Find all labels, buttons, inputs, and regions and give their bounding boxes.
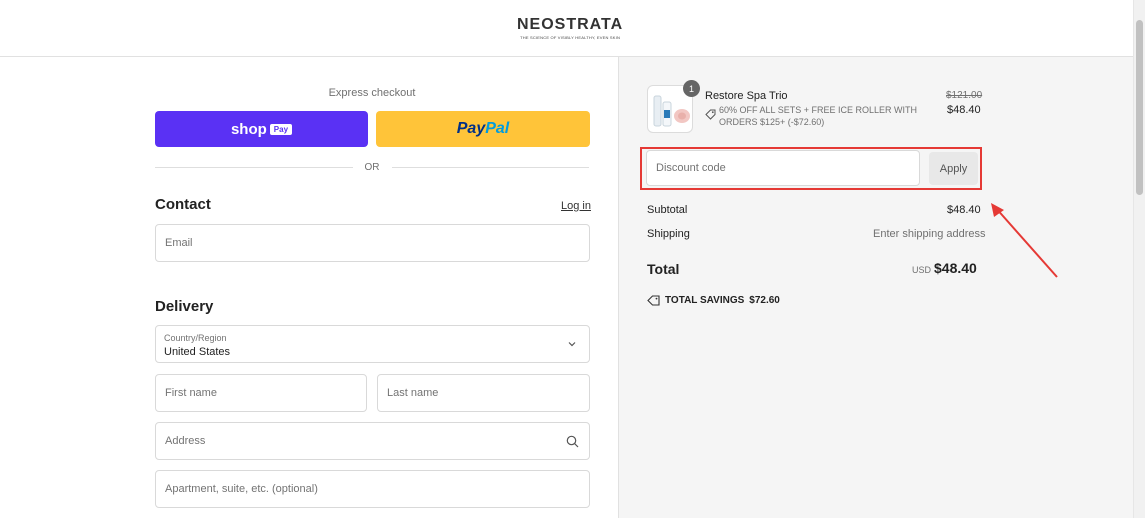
last-name-field[interactable]: Last name [377, 374, 590, 412]
address-placeholder: Address [165, 435, 206, 447]
page-scrollbar[interactable] [1133, 0, 1145, 518]
product-discount-text: 60% OFF ALL SETS + FREE ICE ROLLER WITH … [719, 105, 917, 127]
total-currency: USD [912, 265, 932, 275]
tag-icon [647, 295, 660, 306]
divider-line [155, 167, 353, 168]
email-field[interactable]: Email [155, 224, 590, 262]
or-divider: OR [155, 161, 589, 174]
first-name-field[interactable]: First name [155, 374, 367, 412]
brand-tagline: THE SCIENCE OF VISIBLY HEALTHY, EVEN SKI… [520, 35, 621, 40]
email-placeholder: Email [165, 237, 193, 249]
total-savings: TOTAL SAVINGS $72.60 [647, 295, 785, 306]
apply-discount-button[interactable]: Apply [929, 152, 978, 185]
login-link[interactable]: Log in [561, 200, 591, 212]
total-value: $48.40 [934, 260, 977, 276]
page-header: NEOSTRATA THE SCIENCE OF VISIBLY HEALTHY… [0, 0, 1133, 57]
country-select[interactable]: Country/Region United States [155, 325, 590, 363]
subtotal-label: Subtotal [647, 204, 688, 216]
savings-label: TOTAL SAVINGS [665, 295, 745, 306]
shipping-label: Shipping [647, 228, 690, 240]
address-field[interactable]: Address [155, 422, 590, 460]
savings-value: $72.60 [749, 295, 780, 306]
paypal-button[interactable]: PayPal [376, 111, 590, 147]
discount-code-input[interactable]: Discount code [646, 150, 920, 186]
country-label: Country/Region [164, 333, 227, 343]
country-value: United States [164, 346, 231, 358]
brand-logo[interactable]: NEOSTRATA THE SCIENCE OF VISIBLY HEALTHY… [517, 16, 623, 40]
chevron-down-icon [568, 342, 576, 347]
total-label: Total [647, 261, 680, 277]
search-icon[interactable] [566, 435, 579, 448]
quantity-badge: 1 [683, 80, 700, 97]
discount-code-placeholder: Discount code [656, 162, 726, 174]
shop-pay-wordmark: shop [230, 120, 267, 138]
apartment-field[interactable]: Apartment, suite, etc. (optional) [155, 470, 590, 508]
original-price: $121.00 [946, 90, 983, 101]
apartment-placeholder: Apartment, suite, etc. (optional) [165, 483, 318, 495]
tag-icon [705, 109, 716, 120]
shop-pay-button[interactable]: shop Pay [155, 111, 368, 147]
current-price: $48.40 [947, 104, 981, 116]
shop-pay-badge: Pay [269, 123, 293, 135]
first-name-placeholder: First name [165, 387, 217, 399]
product-discount-note: 60% OFF ALL SETS + FREE ICE ROLLER WITH … [705, 104, 935, 128]
paypal-wordmark: PayPal [456, 120, 510, 137]
or-label: OR [364, 162, 380, 173]
product-name: Restore Spa Trio [705, 90, 788, 102]
last-name-placeholder: Last name [387, 387, 439, 399]
express-checkout-label: Express checkout [328, 87, 416, 99]
divider-line [391, 167, 589, 168]
scrollbar-thumb[interactable] [1136, 20, 1143, 195]
shipping-value: Enter shipping address [873, 228, 986, 240]
contact-heading: Contact [155, 196, 211, 213]
brand-logo-text: NEOSTRATA [517, 16, 624, 33]
delivery-heading: Delivery [155, 298, 214, 315]
annotation-arrow-icon [991, 203, 1058, 278]
subtotal-value: $48.40 [947, 204, 981, 216]
